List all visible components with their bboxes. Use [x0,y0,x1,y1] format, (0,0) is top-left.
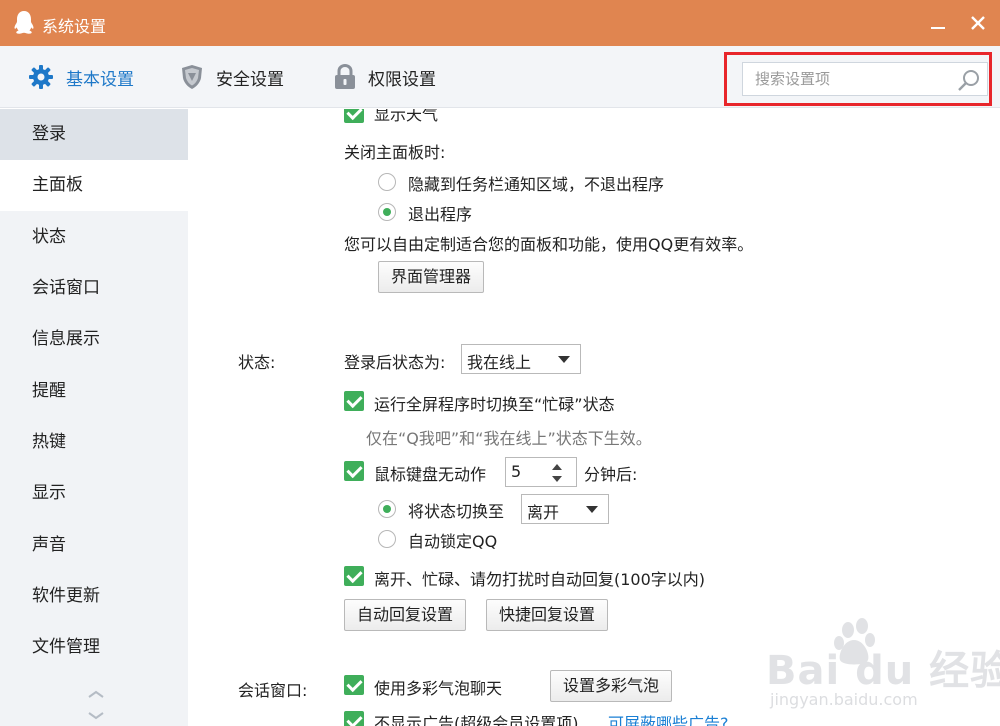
tab-security-settings[interactable]: 安全设置 [180,46,284,108]
set-bubble-button[interactable]: 设置多彩气泡 [550,670,673,702]
idle-label: 鼠标键盘无动作 [374,465,487,484]
settings-window: 系统设置 基本设置 安全设置 权限设置 搜索设置项 登录 主面板 状态 会话窗口… [0,0,1000,726]
login-status-select[interactable]: 我在线上 [461,344,581,374]
sidebar-item-hotkey[interactable]: 热键 [0,417,188,468]
fullscreen-busy-hint: 仅在“Q我吧”和“我在线上”状态下生效。 [366,429,652,448]
tab-basic-settings-label: 基本设置 [66,69,134,90]
sidebar-item-display[interactable]: 显示 [0,468,188,519]
no-ads-checkbox[interactable] [344,711,364,726]
show-weather-label: 显示天气 [374,109,439,124]
auto-reply-settings-button[interactable]: 自动回复设置 [344,599,467,631]
watermark-brand: Bai du 经验 [766,648,1000,694]
idle-minutes-stepper[interactable]: 5 [505,457,577,487]
exit-program-label: 退出程序 [408,205,473,224]
customize-description: 您可以自由定制适合您的面板和功能，使用QQ更有效率。 [344,235,754,254]
status-section-label: 状态: [238,353,276,372]
window-title: 系统设置 [42,17,107,36]
gear-icon [29,65,53,89]
tab-permission-settings[interactable]: 权限设置 [334,46,436,108]
sidebar-item-label: 主面板 [32,175,83,195]
idle-checkbox[interactable] [344,461,364,481]
sidebar-item-label: 登录 [32,124,66,144]
title-bar[interactable]: 系统设置 [0,0,1000,46]
switch-status-radio[interactable] [378,500,396,518]
qq-penguin-icon [14,11,34,34]
watermark-url: jingyan.baidu.com [770,690,918,709]
sidebar-item-label: 文件管理 [32,637,100,657]
sidebar-item-file-management[interactable]: 文件管理 [0,622,188,673]
stepper-up-icon[interactable] [552,464,562,470]
show-weather-checkbox[interactable] [344,109,364,123]
sidebar-item-label: 信息展示 [32,329,100,349]
hide-to-tray-label: 隐藏到任务栏通知区域，不退出程序 [408,175,665,194]
lock-icon [335,64,355,89]
switch-status-value: 离开 [527,503,560,522]
fullscreen-busy-label: 运行全屏程序时切换至“忙碌”状态 [374,395,615,414]
sidebar-item-label: 热键 [32,432,66,452]
search-box[interactable] [742,62,988,96]
sidebar-item-label: 软件更新 [32,586,100,606]
sidebar-item-label: 状态 [32,227,66,247]
login-status-value: 我在线上 [467,353,532,372]
sidebar-item-label: 声音 [32,535,66,555]
minimize-button[interactable] [920,8,956,38]
auto-lock-label: 自动锁定QQ [408,532,498,551]
sidebar-item-label: 提醒 [32,381,66,401]
tab-security-settings-label: 安全设置 [216,69,284,90]
no-ads-label: 不显示广告(超级会员设置项) [374,714,579,726]
idle-minutes-value: 5 [511,462,522,481]
auto-lock-radio[interactable] [378,530,396,548]
sidebar-item-info-display[interactable]: 信息展示 [0,314,188,365]
shield-icon [182,65,202,89]
tab-permission-settings-label: 权限设置 [368,69,436,90]
which-ads-link[interactable]: 可屏蔽哪些广告? [608,710,729,726]
sidebar-item-software-update[interactable]: 软件更新 [0,571,188,622]
quick-reply-settings-button[interactable]: 快捷回复设置 [486,599,609,631]
idle-suffix-label: 分钟后: [584,465,638,484]
auto-reply-checkbox[interactable] [344,566,364,586]
sidebar-item-label: 会话窗口 [32,278,100,298]
sidebar: 登录 主面板 状态 会话窗口 信息展示 提醒 热键 显示 声音 软件更新 文件管… [0,109,188,726]
sidebar-item-label: 显示 [32,483,66,503]
close-button[interactable] [960,8,996,38]
sidebar-item-chat-window[interactable]: 会话窗口 [0,263,188,314]
sidebar-item-reminder[interactable]: 提醒 [0,366,188,417]
search-input[interactable] [743,63,953,95]
sidebar-item-main-panel[interactable]: 主面板 [0,160,188,211]
login-status-label: 登录后状态为: [344,353,446,372]
chevron-down-icon [558,356,570,363]
close-icon [971,16,985,30]
search-icon[interactable] [957,69,981,91]
fullscreen-busy-checkbox[interactable] [344,391,364,411]
exit-program-radio[interactable] [378,203,396,221]
auto-reply-label: 离开、忙碌、请勿打扰时自动回复(100字以内) [374,570,706,589]
stepper-down-icon[interactable] [552,476,562,482]
switch-status-label: 将状态切换至 [408,502,505,521]
chevron-down-icon [586,506,598,513]
baidu-jingyan-watermark: Bai du 经验 jingyan.baidu.com [760,612,1000,722]
tab-basic-settings[interactable]: 基本设置 [28,46,134,108]
sidebar-item-sound[interactable]: 声音 [0,520,188,571]
switch-status-select[interactable]: 离开 [521,494,609,524]
sidebar-item-login[interactable]: 登录 [0,109,188,160]
colorful-bubble-checkbox[interactable] [344,675,364,695]
scroll-down-chevron-icon[interactable] [86,689,106,723]
hide-to-tray-radio[interactable] [378,173,396,191]
top-tab-bar: 基本设置 安全设置 权限设置 [0,46,1000,108]
ui-manager-button[interactable]: 界面管理器 [378,261,485,293]
chat-window-section-label: 会话窗口: [238,681,308,700]
sidebar-item-status[interactable]: 状态 [0,212,188,263]
close-main-panel-label: 关闭主面板时: [344,143,446,162]
colorful-bubble-label: 使用多彩气泡聊天 [374,679,503,698]
